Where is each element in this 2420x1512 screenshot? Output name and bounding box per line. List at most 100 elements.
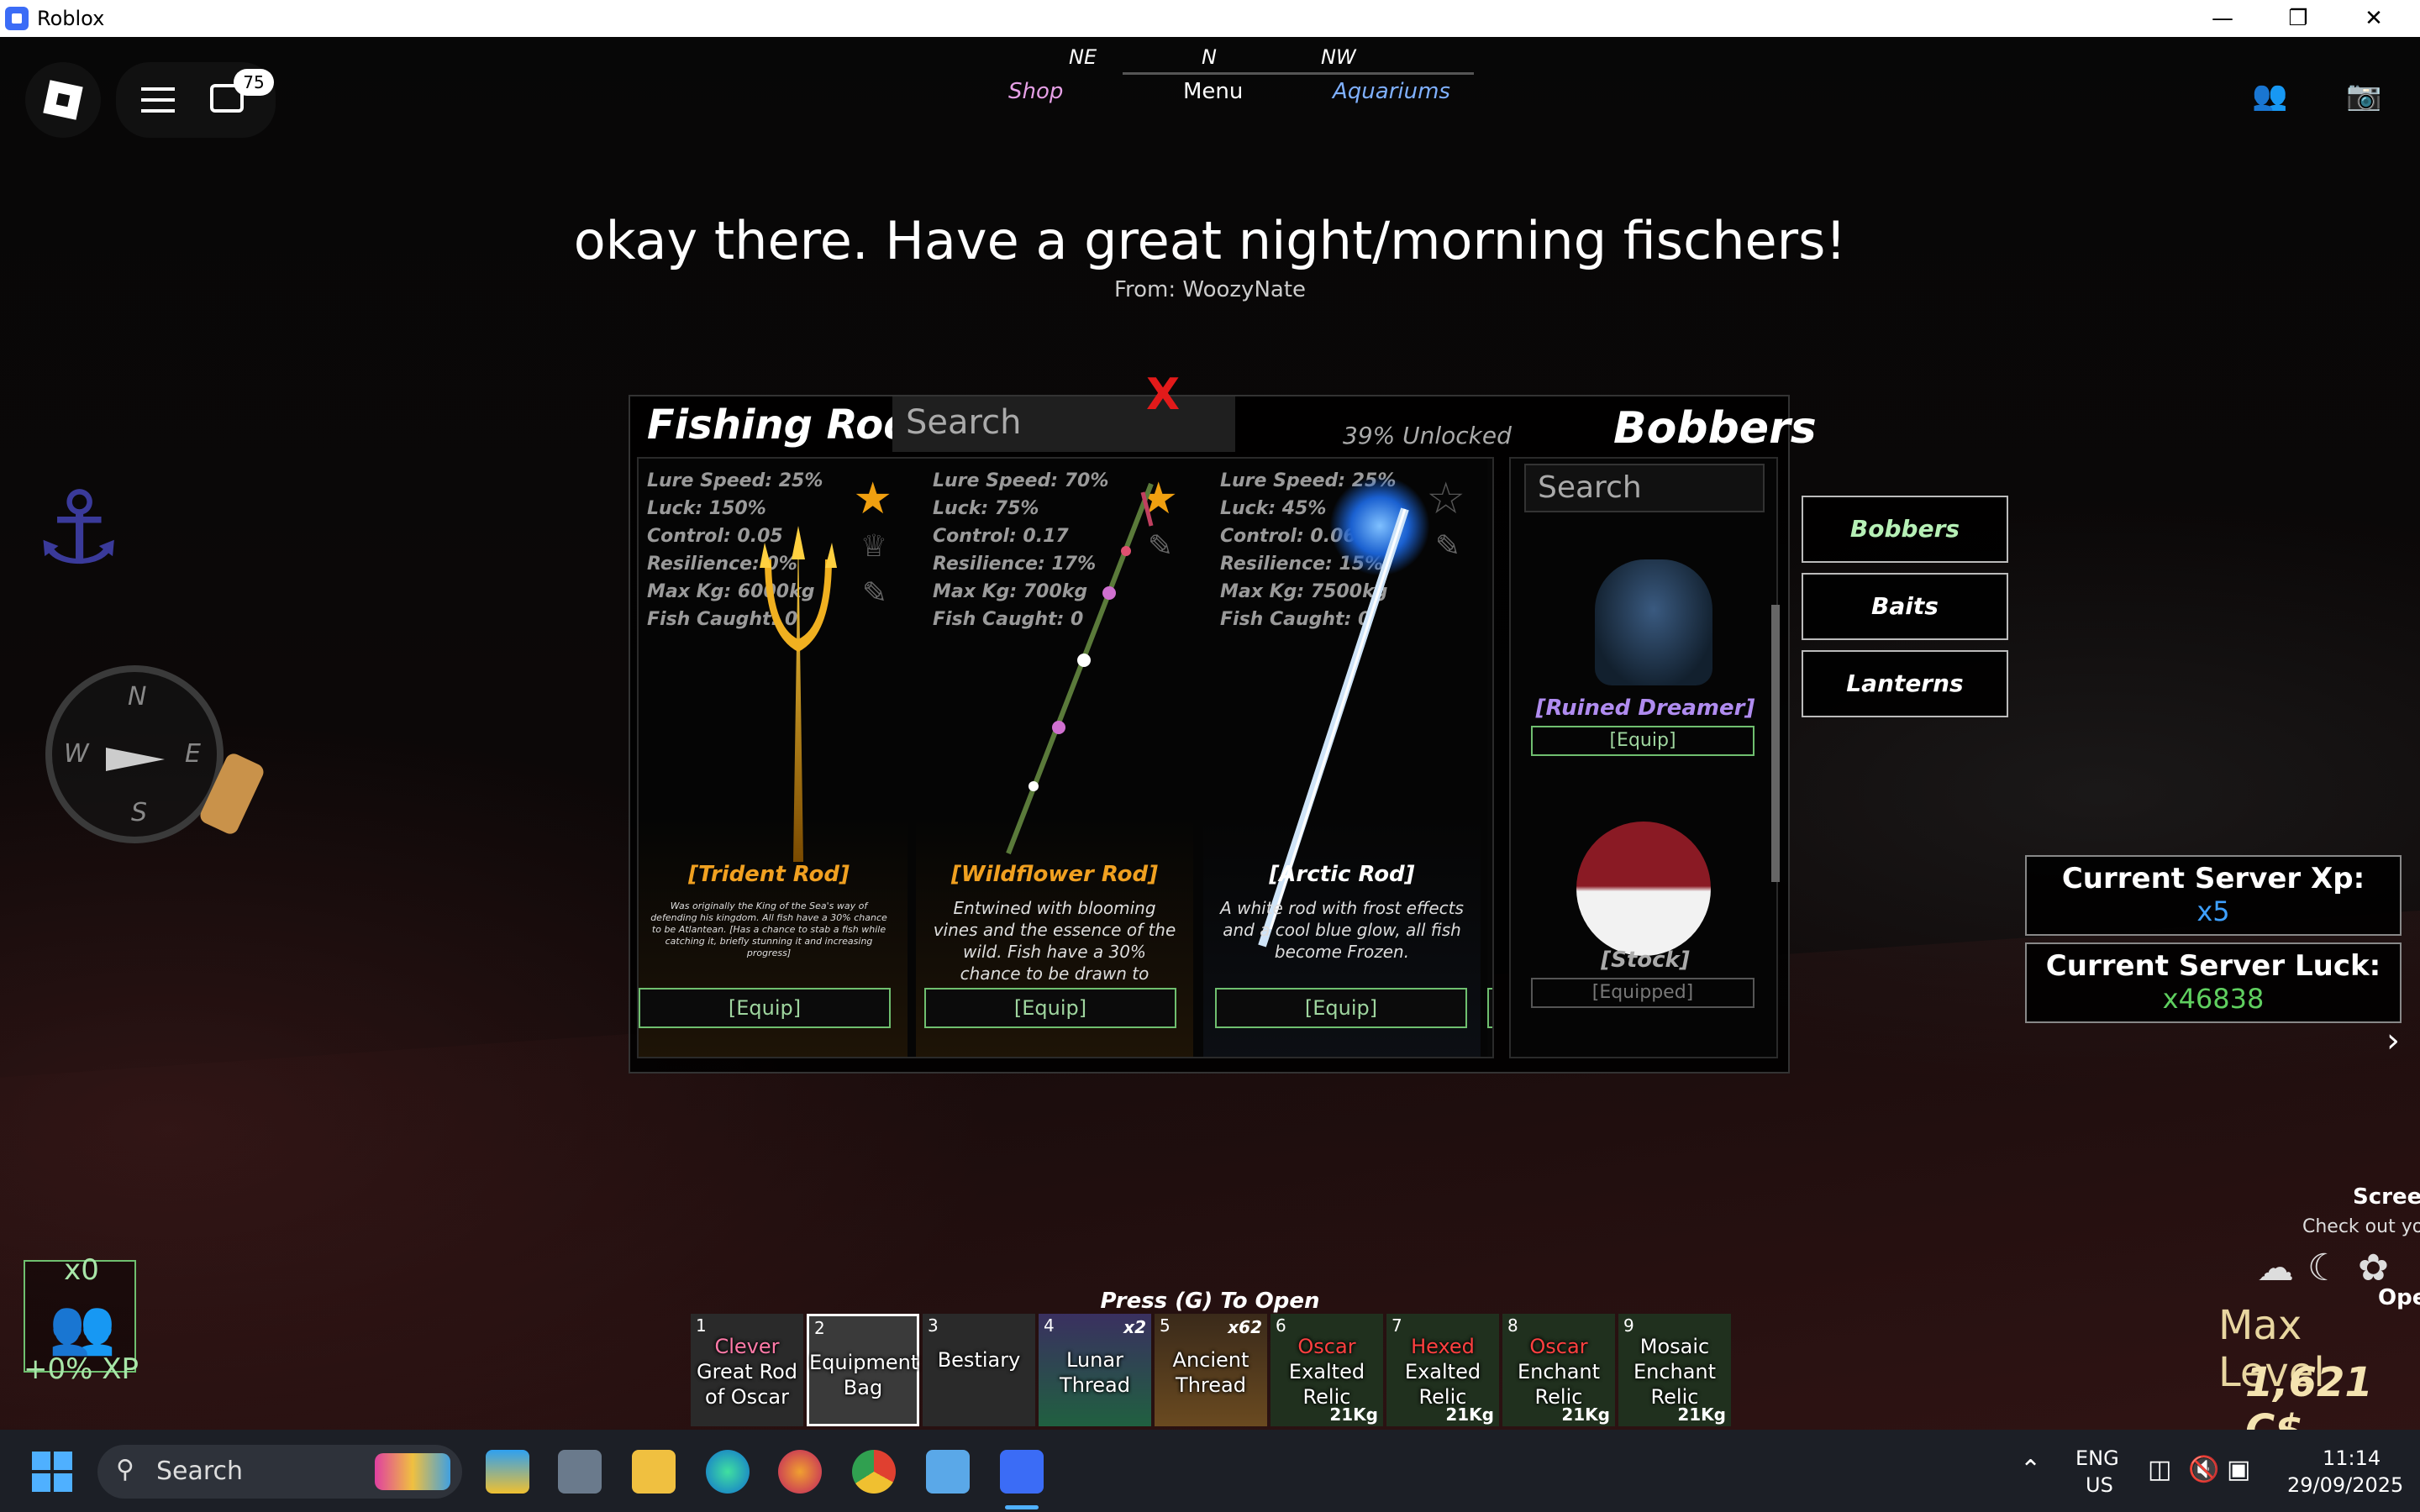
camera-icon[interactable]: 📷 <box>2346 79 2381 113</box>
server-luck-value: x46838 <box>2162 983 2265 1015</box>
friends-icon[interactable]: 👥 <box>2252 79 2287 113</box>
category-baits[interactable]: Baits <box>1802 573 2008 640</box>
category-lanterns[interactable]: Lanterns <box>1802 650 2008 717</box>
minimap-s: S <box>131 798 148 827</box>
lang-eng[interactable]: ENG <box>2075 1446 2119 1470</box>
equip-wildflower-button[interactable]: [Equip] <box>924 988 1176 1028</box>
equip-arctic-button[interactable]: [Equip] <box>1215 988 1467 1028</box>
slot-number: 1 <box>696 1315 707 1336</box>
nav-menu[interactable]: Menu <box>1183 79 1243 104</box>
rod-card-wildflower[interactable]: Lure Speed: 70% Luck: 75% Control: 0.17 … <box>916 459 1193 1057</box>
category-bobbers[interactable]: Bobbers <box>1802 496 2008 563</box>
rod-card-trident[interactable]: Lure Speed: 25% Luck: 150% Control: 0.05… <box>639 459 908 1057</box>
equipped-bobber-button[interactable]: [Equipped] <box>1531 978 1754 1008</box>
close-panel-button[interactable]: X <box>1146 370 1180 420</box>
clock-time[interactable]: 11:14 <box>2323 1446 2381 1470</box>
restore-button[interactable]: ❐ <box>2260 0 2336 37</box>
compass-needle-icon <box>106 748 165 771</box>
slot-item-name: Ancient Thread <box>1172 1348 1249 1397</box>
hotbar-slot[interactable]: 1 Clever Great Rod of Oscar <box>691 1314 803 1426</box>
battery-icon[interactable]: ▣ <box>2227 1455 2250 1484</box>
chevron-up-icon[interactable]: ⌃ <box>2020 1455 2041 1484</box>
edit-icon[interactable]: ✎ <box>862 576 887 611</box>
rod-card-arctic[interactable]: Lure Speed: 25% Luck: 45% Control: 0.06 … <box>1203 459 1481 1057</box>
minimap-e: E <box>185 739 201 769</box>
trident-rod-image <box>760 526 837 862</box>
slot-prefix: Hexed <box>1411 1335 1475 1358</box>
equip-partial-button[interactable] <box>1487 988 1492 1028</box>
slot-number: 8 <box>1507 1315 1518 1336</box>
hotbar-slot[interactable]: 4 x2 Lunar Thread <box>1039 1314 1151 1426</box>
compass-ne: NE <box>1069 45 1097 69</box>
bobbers-list[interactable]: Search [Ruined Dreamer] [Equip] [Stock] … <box>1509 457 1778 1058</box>
slot-label: Clever Great Rod of Oscar <box>691 1334 803 1410</box>
server-xp-box: Current Server Xp: x5 <box>2025 855 2402 936</box>
rod-search-input[interactable]: Search <box>892 396 1235 452</box>
edit-icon[interactable]: ✎ <box>1435 529 1460 564</box>
search-icon: ⚲ <box>116 1455 134 1484</box>
slot-number: 5 <box>1160 1315 1171 1336</box>
volume-muted-icon[interactable]: 🔇 <box>2188 1455 2219 1484</box>
close-window-button[interactable]: ✕ <box>2336 0 2412 37</box>
moon-icon[interactable]: ☾ <box>2307 1247 2340 1289</box>
rod-name: [Arctic Rod] <box>1269 862 1415 887</box>
slot-label: Lunar Thread <box>1039 1347 1151 1398</box>
nav-aquariums[interactable]: Aquariums <box>1333 79 1450 104</box>
slot-number: 7 <box>1392 1315 1402 1336</box>
minimap-compass: N E S W <box>45 665 224 843</box>
bobbers-title: Bobbers <box>1613 403 1817 454</box>
slot-label: Oscar Enchant Relic <box>1502 1334 1615 1410</box>
firefox-icon[interactable] <box>778 1450 822 1494</box>
network-icon[interactable]: ◫ <box>2148 1455 2171 1484</box>
bobber-search-input[interactable]: Search <box>1524 464 1765 512</box>
lang-us[interactable]: US <box>2086 1473 2113 1497</box>
roblox-taskbar-icon[interactable] <box>1000 1450 1044 1494</box>
hotbar-slot[interactable]: 3 Bestiary <box>923 1314 1035 1426</box>
announcement-text: okay there. Have a great night/morning f… <box>573 210 1847 271</box>
party-count: x0 <box>64 1253 99 1287</box>
chrome-icon[interactable] <box>852 1450 896 1494</box>
cloud-icon[interactable]: ☁ <box>2257 1247 2294 1289</box>
slot-label: Mosaic Enchant Relic <box>1618 1334 1731 1410</box>
windows-start-icon[interactable] <box>32 1452 72 1492</box>
slot-item-name: Enchant Relic <box>1517 1360 1601 1409</box>
server-luck-box: Current Server Luck: x46838 <box>2025 942 2402 1023</box>
hotbar-slot[interactable]: 2 Equipment Bag <box>807 1314 919 1426</box>
hud-pill: 75 <box>116 62 276 138</box>
hotbar-slot[interactable]: 9 Mosaic Enchant Relic 21Kg <box>1618 1314 1731 1426</box>
clock-date[interactable]: 29/09/2025 <box>2287 1473 2403 1497</box>
file-explorer-icon[interactable] <box>632 1450 676 1494</box>
calculator-icon[interactable] <box>558 1450 602 1494</box>
bobbers-scrollbar[interactable] <box>1771 605 1780 882</box>
rod-card-partial[interactable] <box>1487 459 1492 1057</box>
compass-nw: NW <box>1321 45 1356 69</box>
slot-label: Equipment Bag <box>809 1350 918 1400</box>
rod-name: [Trident Rod] <box>688 862 850 887</box>
stock-bobber-image <box>1576 822 1711 956</box>
rods-scroll-area[interactable]: Lure Speed: 25% Luck: 150% Control: 0.05… <box>637 457 1494 1058</box>
roblox-menu-button[interactable] <box>25 62 101 138</box>
notepad-icon[interactable] <box>926 1450 970 1494</box>
chevron-right-icon[interactable]: › <box>2386 1021 2400 1060</box>
taskbar-search[interactable]: ⚲ Search <box>97 1445 462 1499</box>
bobber-name: [Ruined Dreamer] <box>1535 696 1755 721</box>
compass-n: N <box>1202 45 1217 69</box>
hotbar-slot[interactable]: 7 Hexed Exalted Relic 21Kg <box>1386 1314 1499 1426</box>
hamburger-menu-icon[interactable] <box>141 87 175 91</box>
minimize-button[interactable]: — <box>2185 0 2260 37</box>
hotbar-slot[interactable]: 8 Oscar Enchant Relic 21Kg <box>1502 1314 1615 1426</box>
weather-app-icon[interactable] <box>486 1450 529 1494</box>
equip-trident-button[interactable]: [Equip] <box>639 988 891 1028</box>
slot-quantity: x62 <box>1228 1317 1262 1337</box>
equip-bobber-button[interactable]: [Equip] <box>1531 726 1754 756</box>
taskbar-search-text: Search <box>156 1457 244 1486</box>
roblox-logo-icon <box>5 7 29 30</box>
nav-shop[interactable]: Shop <box>1008 79 1063 104</box>
hotbar-slot[interactable]: 5 x62 Ancient Thread <box>1155 1314 1267 1426</box>
slot-prefix: Mosaic <box>1639 1335 1710 1358</box>
edge-browser-icon[interactable] <box>706 1450 750 1494</box>
hotbar-slot[interactable]: 6 Oscar Exalted Relic 21Kg <box>1270 1314 1383 1426</box>
sprout-icon[interactable]: ✿ <box>2358 1247 2389 1289</box>
slot-number: 6 <box>1276 1315 1286 1336</box>
screenshot-hint-title: Screer <box>2353 1184 2420 1210</box>
